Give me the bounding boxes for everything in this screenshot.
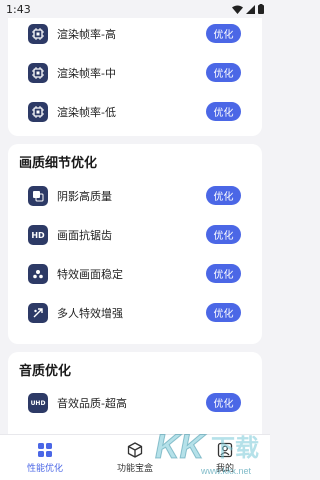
chip-icon <box>28 102 48 122</box>
effects-icon <box>28 303 48 323</box>
section-title: 音质优化 <box>19 364 72 379</box>
row-label: 渲染帧率-低 <box>57 106 116 119</box>
sparkle-icon <box>28 264 48 284</box>
optimize-button[interactable]: 优化 <box>206 24 241 43</box>
list-item: 渲染帧率-低 优化 <box>8 94 262 130</box>
content-scroll[interactable]: 渲染帧率-高 优化 渲染帧率-中 优化 渲染帧率-低 优化 画质细节优化 阴影高… <box>0 18 270 434</box>
signal-icon <box>246 4 255 14</box>
bottom-nav: 性能优化 功能宝盒 我的 <box>0 434 270 480</box>
list-item: 特效画面稳定 优化 <box>8 256 262 292</box>
optimize-button[interactable]: 优化 <box>206 393 241 412</box>
row-label: 阴影高质量 <box>57 190 112 203</box>
list-item: 渲染帧率-中 优化 <box>8 55 262 91</box>
chip-icon <box>28 24 48 44</box>
wifi-icon <box>232 5 243 14</box>
list-item: HD 画面抗锯齿 优化 <box>8 217 262 253</box>
nav-label: 我的 <box>215 464 234 474</box>
status-time: 1:43 <box>6 2 31 16</box>
list-item: 渲染帧率-高 优化 <box>8 18 262 52</box>
optimize-button[interactable]: 优化 <box>206 186 241 205</box>
render-card: 渲染帧率-高 优化 渲染帧率-中 优化 渲染帧率-低 优化 <box>8 18 262 136</box>
row-label: 音效品质-超高 <box>57 397 127 410</box>
row-label: 多人特效增强 <box>57 307 123 320</box>
optimize-button[interactable]: 优化 <box>206 63 241 82</box>
shadow-icon <box>28 186 48 206</box>
optimize-button[interactable]: 优化 <box>206 102 241 121</box>
optimize-button[interactable]: 优化 <box>206 303 241 322</box>
nav-item-toolbox[interactable]: 功能宝盒 <box>90 435 180 480</box>
list-item: 多人特效增强 优化 <box>8 295 262 331</box>
list-item: 阴影高质量 优化 <box>8 178 262 214</box>
grid-icon <box>38 443 52 457</box>
user-icon <box>217 442 233 458</box>
list-item: UHD 音效品质-超高 优化 <box>8 385 262 421</box>
section-title: 画质细节优化 <box>19 156 98 171</box>
status-bar: 1:43 <box>0 0 270 18</box>
detail-card: 画质细节优化 阴影高质量 优化 HD 画面抗锯齿 优化 特效画面稳定 优化 多人… <box>8 144 262 344</box>
row-label: 渲染帧率-高 <box>57 28 116 41</box>
optimize-button[interactable]: 优化 <box>206 264 241 283</box>
chip-icon <box>28 63 48 83</box>
row-label: 渲染帧率-中 <box>57 67 116 80</box>
uhd-icon: UHD <box>28 393 48 413</box>
status-icons <box>232 4 264 14</box>
optimize-button[interactable]: 优化 <box>206 225 241 244</box>
nav-label: 性能优化 <box>26 464 63 474</box>
row-label: 特效画面稳定 <box>57 268 123 281</box>
audio-card: 音质优化 UHD 音效品质-超高 优化 <box>8 352 262 434</box>
battery-icon <box>258 4 264 14</box>
row-label: 画面抗锯齿 <box>57 229 112 242</box>
box-icon <box>127 442 143 458</box>
hd-icon: HD <box>28 225 48 245</box>
nav-label: 功能宝盒 <box>116 464 153 474</box>
nav-item-performance[interactable]: 性能优化 <box>0 435 90 480</box>
nav-item-mine[interactable]: 我的 <box>180 435 270 480</box>
